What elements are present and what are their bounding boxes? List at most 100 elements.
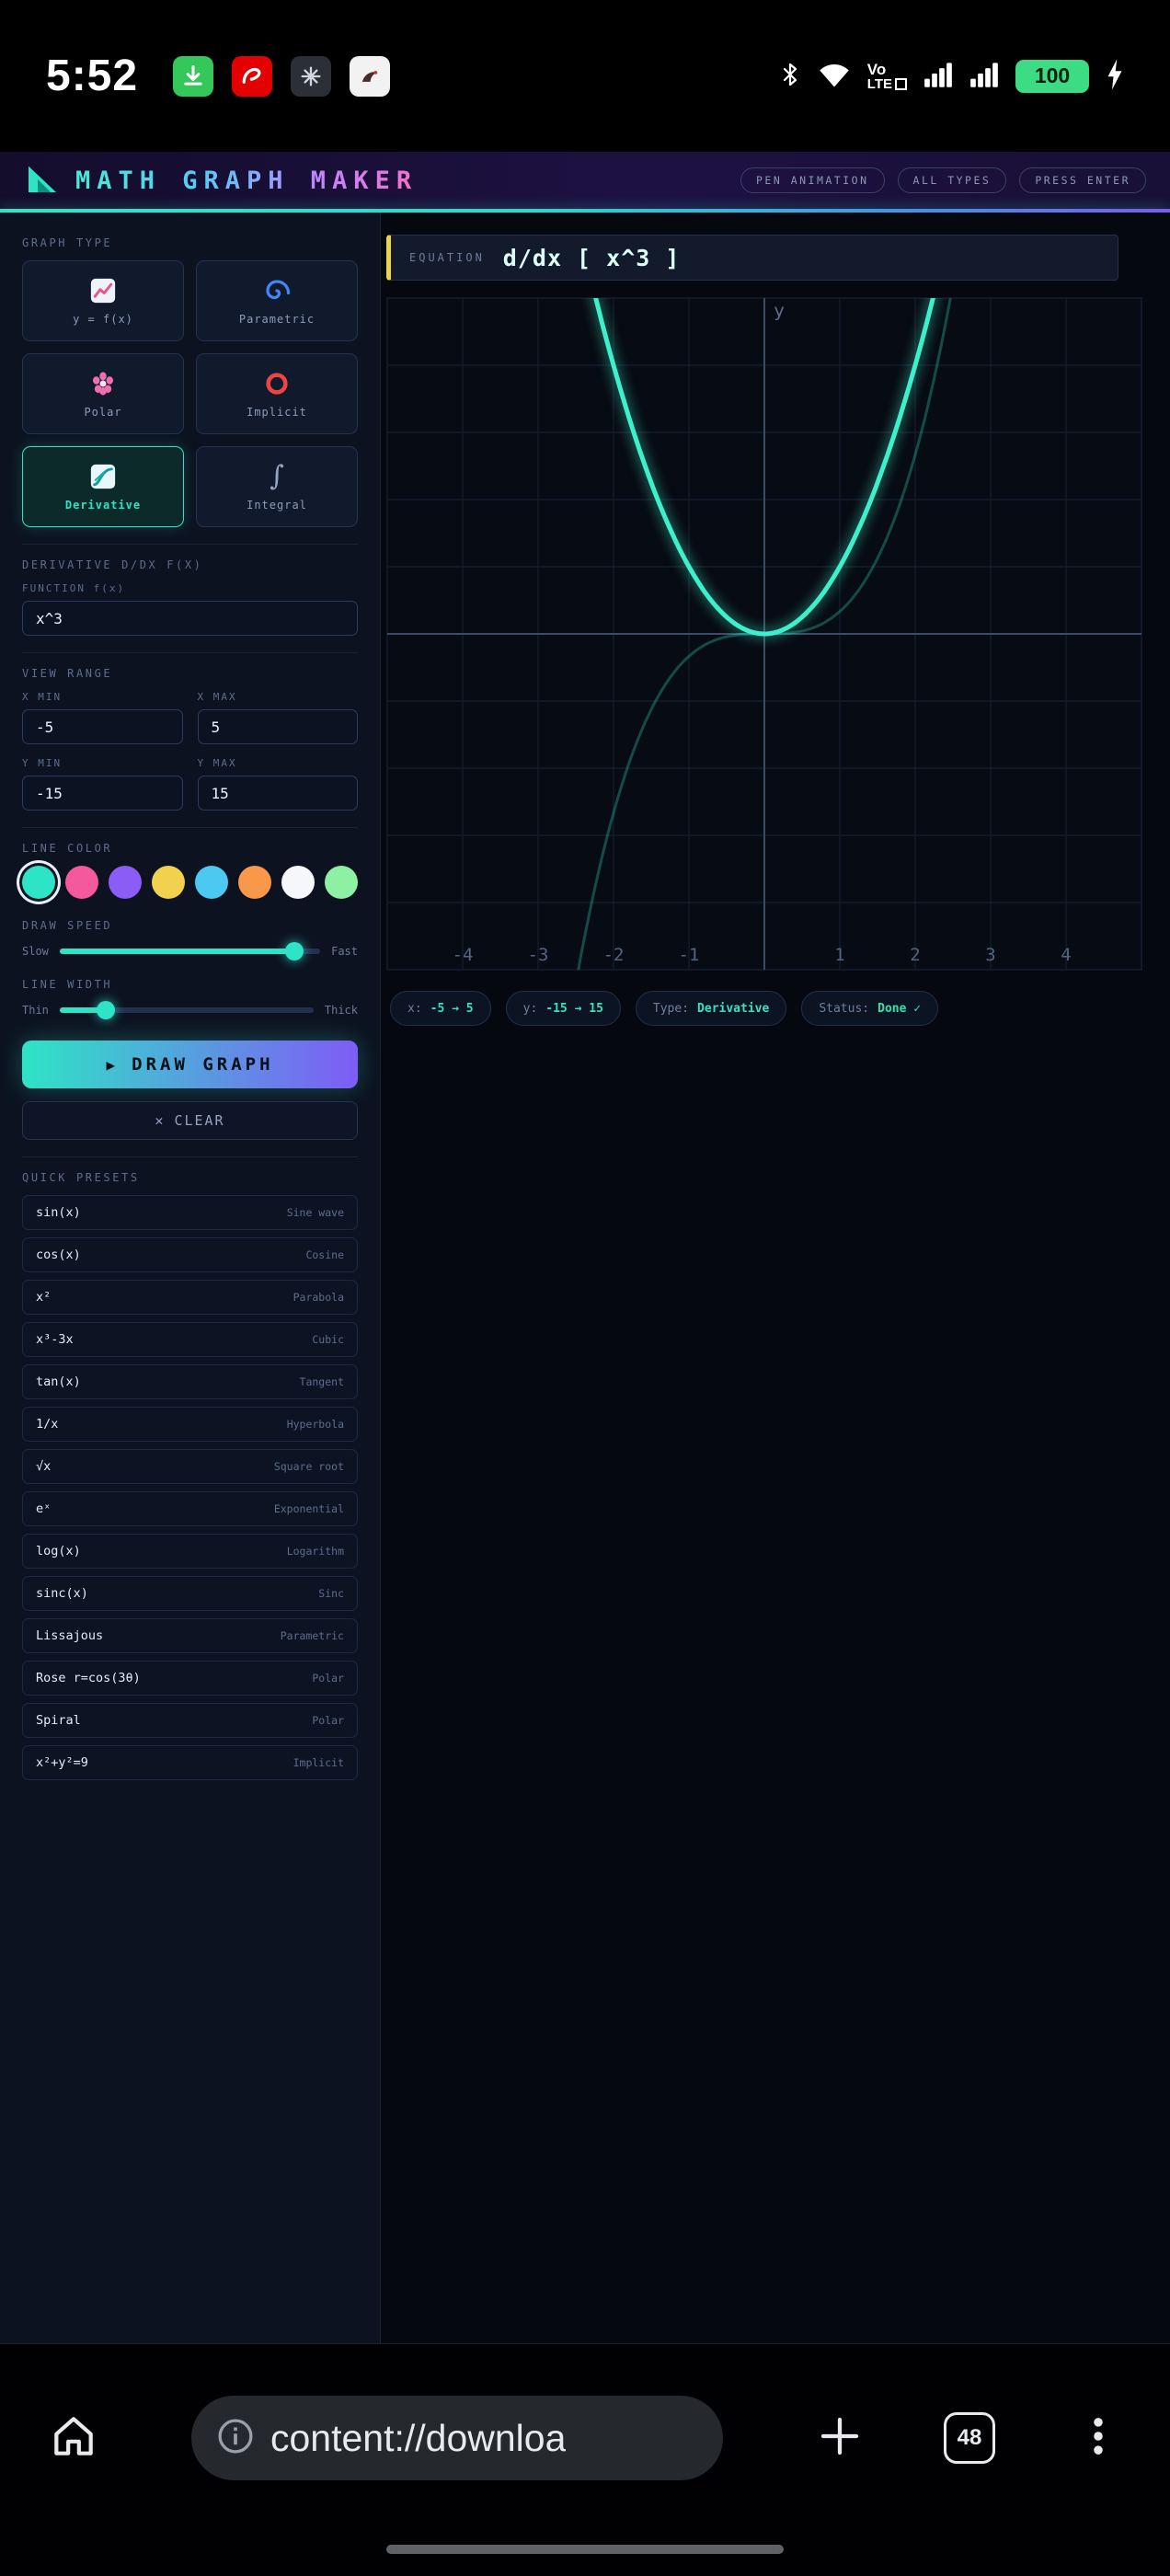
integral-icon: ∫	[270, 460, 284, 492]
header-badge-press-enter[interactable]: PRESS ENTER	[1019, 167, 1146, 193]
preset-8[interactable]: eˣ Exponential	[22, 1491, 358, 1526]
preset-5[interactable]: tan(x) Tangent	[22, 1364, 358, 1399]
color-swatch-2[interactable]	[109, 866, 142, 899]
preset-9[interactable]: log(x) Logarithm	[22, 1534, 358, 1569]
width-max-label: Thick	[324, 1004, 358, 1017]
graph-type-derivative[interactable]: Derivative	[22, 446, 184, 527]
chip-label: Type:	[652, 1001, 690, 1016]
color-swatch-3[interactable]	[152, 866, 185, 899]
chip-value: -5 → 5	[430, 1001, 474, 1016]
color-swatch-5[interactable]	[238, 866, 271, 899]
graph-type-option-label: Parametric	[238, 313, 315, 326]
preset-name: sin(x)	[36, 1205, 81, 1220]
signal-bars-icon-2	[969, 60, 999, 93]
color-swatch-1[interactable]	[65, 866, 98, 899]
status-chip-status: Status: Done ✓	[801, 991, 939, 1026]
preset-13[interactable]: Spiral Polar	[22, 1703, 358, 1738]
preset-11[interactable]: Lissajous Parametric	[22, 1618, 358, 1653]
line-color-label: LINE COLOR	[22, 842, 113, 855]
volte-indicator: Vo LTE	[867, 62, 907, 91]
preset-tag: Hyperbola	[286, 1418, 344, 1431]
preset-1[interactable]: sin(x) Sine wave	[22, 1195, 358, 1230]
line-width-slider: Thin Thick	[22, 1001, 358, 1019]
preset-tag: Tangent	[299, 1375, 344, 1388]
preset-12[interactable]: Rose r=cos(3θ) Polar	[22, 1661, 358, 1696]
wifi-icon	[818, 61, 851, 92]
graph-type-option-label: y = f(x)	[73, 313, 133, 326]
section-label: DERIVATIVE D/DX F(X)	[22, 558, 203, 571]
header-badge-pen-animation[interactable]: PEN ANIMATION	[740, 167, 885, 193]
new-tab-icon[interactable]	[815, 2411, 865, 2465]
preset-10[interactable]: sinc(x) Sinc	[22, 1576, 358, 1611]
graph-type-y-fx[interactable]: y = f(x)	[22, 260, 184, 341]
graph-type-option-label: Polar	[84, 406, 122, 419]
gesture-bar[interactable]	[386, 2545, 784, 2554]
download-icon	[173, 55, 214, 97]
preset-4[interactable]: x³-3x Cubic	[22, 1322, 358, 1357]
tab-switcher[interactable]: 48	[944, 2412, 995, 2464]
clock: 5:52	[46, 52, 139, 100]
preset-6[interactable]: 1/x Hyperbola	[22, 1407, 358, 1442]
svg-text:3: 3	[985, 945, 995, 965]
menu-icon[interactable]	[1074, 2412, 1122, 2464]
presets-section: QUICK PRESETS sin(x) Sine wave cos(x) Cosin…	[22, 1156, 358, 1780]
flower-icon	[89, 369, 117, 398]
app-title: MATH GRAPH MAKER	[75, 166, 419, 195]
home-icon[interactable]	[48, 2410, 99, 2466]
preset-14[interactable]: x²+y²=9 Implicit	[22, 1745, 358, 1780]
header-badge-all-types[interactable]: ALL TYPES	[897, 167, 1007, 193]
tab-count: 48	[957, 2425, 982, 2450]
speed-max-label: Fast	[331, 945, 358, 958]
chip-value: Derivative	[697, 1001, 770, 1016]
y-max-input[interactable]	[197, 776, 358, 811]
graph-type-option-label: Implicit	[247, 406, 307, 419]
color-swatch-6[interactable]	[281, 866, 315, 899]
preset-tag: Square root	[273, 1460, 344, 1473]
preset-name: eˣ	[36, 1501, 52, 1516]
function-input[interactable]	[22, 601, 358, 636]
clear-icon: ✕	[155, 1112, 166, 1129]
clear-button[interactable]: ✕ CLEAR	[22, 1101, 358, 1140]
color-swatch-4[interactable]	[195, 866, 228, 899]
graph-area: y -4 -3 -2 -1 1 2 3 4	[386, 297, 1142, 971]
graph-type-polar[interactable]: Polar	[22, 353, 184, 434]
color-swatch-0[interactable]	[22, 866, 55, 899]
speed-thumb[interactable]	[284, 942, 304, 960]
draw-graph-button[interactable]: ▶ DRAW GRAPH	[22, 1041, 358, 1088]
preset-name: cos(x)	[36, 1248, 81, 1262]
preset-name: x²	[36, 1290, 52, 1305]
chip-value: Done ✓	[878, 1001, 922, 1016]
view-range-section: VIEW RANGE X MIN X MAX Y MIN Y MAX	[22, 652, 358, 811]
preset-7[interactable]: √x Square root	[22, 1449, 358, 1484]
graph-type-option-label: Integral	[247, 499, 307, 512]
speed-min-label: Slow	[22, 945, 49, 958]
svg-text:1: 1	[834, 945, 844, 965]
y-min-input[interactable]	[22, 776, 183, 811]
x-max-input[interactable]	[197, 709, 358, 744]
x-max-label: X MAX	[197, 691, 237, 703]
view-range-label: VIEW RANGE	[22, 667, 113, 680]
preset-tag: Cubic	[312, 1333, 344, 1346]
status-chip-x-range: x: -5 → 5	[390, 991, 491, 1026]
clear-label: CLEAR	[174, 1112, 225, 1129]
equation-label: EQUATION	[409, 251, 485, 264]
function-label: FUNCTION f(x)	[22, 582, 126, 594]
preset-2[interactable]: cos(x) Cosine	[22, 1237, 358, 1272]
graph-type-grid: y = f(x) Parametric Polar Implicit Derivativ…	[22, 260, 358, 527]
graph-type-implicit[interactable]: Implicit	[196, 353, 358, 434]
draw-speed-label: DRAW SPEED	[22, 919, 113, 932]
color-swatch-row	[22, 866, 358, 899]
preset-3[interactable]: x² Parabola	[22, 1280, 358, 1315]
graph-type-parametric[interactable]: Parametric	[196, 260, 358, 341]
url-bar[interactable]: content://downloa	[191, 2396, 723, 2480]
width-thumb[interactable]	[96, 1001, 115, 1019]
speed-track[interactable]	[59, 942, 321, 960]
status-chip-type: Type: Derivative	[635, 991, 787, 1026]
x-min-input[interactable]	[22, 709, 183, 744]
info-icon[interactable]	[215, 2416, 256, 2460]
derivative-section: DERIVATIVE D/DX F(X) FUNCTION f(x)	[22, 544, 358, 636]
svg-text:2: 2	[910, 945, 920, 965]
color-swatch-7[interactable]	[325, 866, 358, 899]
width-track[interactable]	[59, 1001, 314, 1019]
graph-type-integral[interactable]: ∫ Integral	[196, 446, 358, 527]
